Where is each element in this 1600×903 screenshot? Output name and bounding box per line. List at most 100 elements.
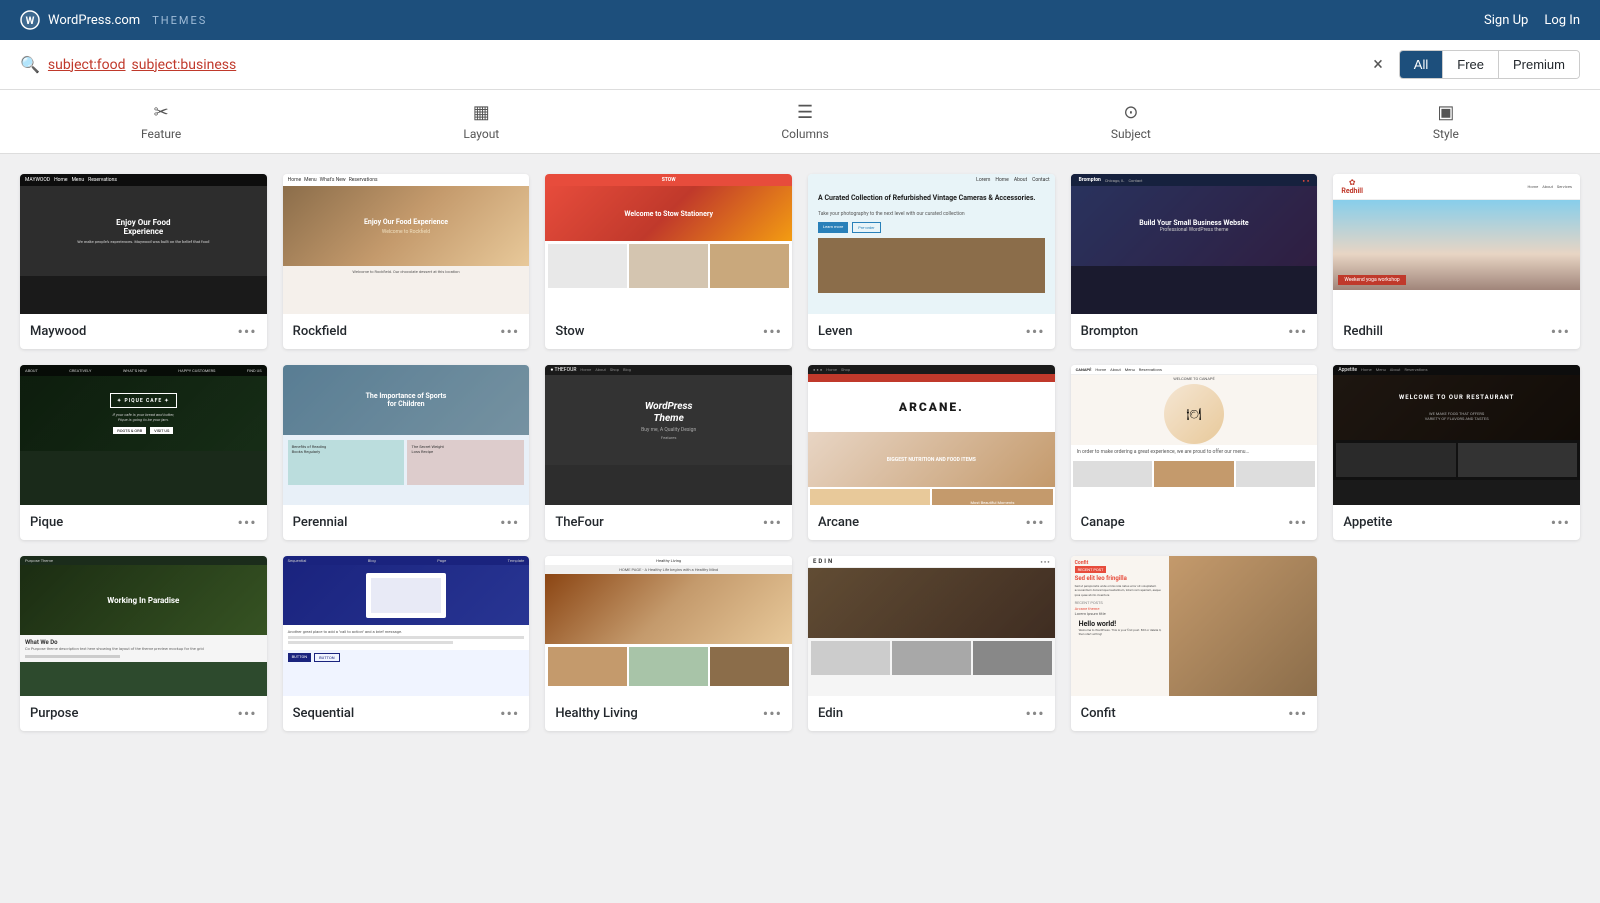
log-in-link[interactable]: Log In — [1544, 13, 1580, 28]
theme-card-confit[interactable]: Confit RECENT POST Sed elit leo fringill… — [1071, 556, 1318, 731]
theme-footer-edin: Edin ••• — [808, 696, 1055, 731]
theme-name-thefour: TheFour — [555, 515, 603, 530]
tab-columns[interactable]: ☰ Columns — [761, 98, 849, 145]
theme-card-thefour[interactable]: ● THEFOUR HomeAboutShopBlog WordPressThe… — [545, 365, 792, 540]
theme-footer-appetite: Appetite ••• — [1333, 505, 1580, 540]
tab-feature[interactable]: ✂ Feature — [121, 98, 201, 145]
theme-footer-maywood: Maywood ••• — [20, 314, 267, 349]
theme-card-redhill[interactable]: ✿ Redhill HomeAboutServices Weekend yoga… — [1333, 174, 1580, 349]
search-clear-button[interactable]: × — [1373, 54, 1383, 75]
theme-more-thefour[interactable]: ••• — [763, 513, 782, 532]
subject-icon: ⊙ — [1123, 102, 1138, 123]
theme-card-edin[interactable]: EDIN ● ● ● Edin ••• — [808, 556, 1055, 731]
theme-thumb-canape: CANAPÉHomeAboutMenuReservations WELCOME … — [1071, 365, 1318, 505]
theme-more-redhill[interactable]: ••• — [1551, 322, 1570, 341]
theme-more-brompton[interactable]: ••• — [1288, 322, 1307, 341]
search-bar: 🔍 subject:food subject:business × All Fr… — [0, 40, 1600, 90]
theme-card-stow[interactable]: STOW Welcome to Stow Stationery Stow ••• — [545, 174, 792, 349]
theme-card-purpose[interactable]: Purpose Theme Working In Paradise What W… — [20, 556, 267, 731]
theme-footer-perennial: Perennial ••• — [283, 505, 530, 540]
filter-all-button[interactable]: All — [1400, 51, 1443, 78]
theme-card-healthyliving[interactable]: Healthy Living HOME PAGE - A Healthy Lif… — [545, 556, 792, 731]
tab-layout[interactable]: ▦ Layout — [443, 98, 519, 145]
theme-card-pique[interactable]: ABOUTCREATIVELYWHAT'S NEW HAPPY CUSTOMER… — [20, 365, 267, 540]
theme-footer-confit: Confit ••• — [1071, 696, 1318, 731]
theme-card-maywood[interactable]: MAYWOODHomeMenuReservations Enjoy Our Fo… — [20, 174, 267, 349]
theme-more-perennial[interactable]: ••• — [500, 513, 519, 532]
theme-thumb-sequential: SequentialBlogPageTemplate Another great… — [283, 556, 530, 696]
theme-card-rockfield[interactable]: HomeMenuWhat's NewReservations Enjoy Our… — [283, 174, 530, 349]
theme-thumb-thefour: ● THEFOUR HomeAboutShopBlog WordPressThe… — [545, 365, 792, 505]
theme-footer-thefour: TheFour ••• — [545, 505, 792, 540]
theme-footer-rockfield: Rockfield ••• — [283, 314, 530, 349]
style-label: Style — [1433, 127, 1459, 141]
theme-name-maywood: Maywood — [30, 324, 86, 339]
theme-card-perennial[interactable]: The Importance of Sportsfor Children Ben… — [283, 365, 530, 540]
theme-card-brompton[interactable]: Brompton Chicago, ILContact ●● Build You… — [1071, 174, 1318, 349]
theme-more-arcane[interactable]: ••• — [1025, 513, 1044, 532]
filter-buttons: All Free Premium — [1399, 50, 1580, 79]
theme-thumb-brompton: Brompton Chicago, ILContact ●● Build You… — [1071, 174, 1318, 314]
sign-up-link[interactable]: Sign Up — [1484, 13, 1528, 28]
theme-card-arcane[interactable]: ● ● ●HomeShop ARCANE. BIGGEST NUTRITION … — [808, 365, 1055, 540]
theme-footer-purpose: Purpose ••• — [20, 696, 267, 731]
top-bar-actions: Sign Up Log In — [1484, 13, 1580, 28]
theme-card-canape[interactable]: CANAPÉHomeAboutMenuReservations WELCOME … — [1071, 365, 1318, 540]
feature-icon: ✂ — [154, 102, 169, 123]
theme-footer-arcane: Arcane ••• — [808, 505, 1055, 540]
search-icon: 🔍 — [20, 55, 40, 74]
theme-footer-healthyliving: Healthy Living ••• — [545, 696, 792, 731]
feature-label: Feature — [141, 127, 181, 141]
theme-more-healthyliving[interactable]: ••• — [763, 704, 782, 723]
tab-subject[interactable]: ⊙ Subject — [1091, 98, 1171, 145]
theme-more-confit[interactable]: ••• — [1288, 704, 1307, 723]
theme-card-leven[interactable]: LoremHomeAboutContact A Curated Collecti… — [808, 174, 1055, 349]
theme-more-leven[interactable]: ••• — [1025, 322, 1044, 341]
theme-name-purpose: Purpose — [30, 706, 78, 721]
theme-name-rockfield: Rockfield — [293, 324, 347, 339]
theme-name-confit: Confit — [1081, 706, 1116, 721]
brand-name: WordPress.com — [48, 13, 140, 28]
theme-more-edin[interactable]: ••• — [1025, 704, 1044, 723]
theme-more-sequential[interactable]: ••• — [500, 704, 519, 723]
search-tags: subject:food subject:business — [48, 57, 236, 73]
filter-free-button[interactable]: Free — [1443, 51, 1499, 78]
filter-premium-button[interactable]: Premium — [1499, 51, 1579, 78]
theme-more-purpose[interactable]: ••• — [237, 704, 256, 723]
filter-tabs: ✂ Feature ▦ Layout ☰ Columns ⊙ Subject ▣… — [0, 90, 1600, 154]
theme-more-maywood[interactable]: ••• — [237, 322, 256, 341]
tab-style[interactable]: ▣ Style — [1413, 98, 1479, 145]
theme-more-appetite[interactable]: ••• — [1551, 513, 1570, 532]
theme-thumb-pique: ABOUTCREATIVELYWHAT'S NEW HAPPY CUSTOMER… — [20, 365, 267, 505]
theme-thumb-stow: STOW Welcome to Stow Stationery — [545, 174, 792, 314]
theme-name-healthyliving: Healthy Living — [555, 706, 637, 721]
theme-more-pique[interactable]: ••• — [237, 513, 256, 532]
theme-thumb-confit: Confit RECENT POST Sed elit leo fringill… — [1071, 556, 1318, 696]
theme-name-sequential: Sequential — [293, 706, 355, 721]
theme-thumb-edin: EDIN ● ● ● — [808, 556, 1055, 696]
theme-more-canape[interactable]: ••• — [1288, 513, 1307, 532]
theme-card-sequential[interactable]: SequentialBlogPageTemplate Another great… — [283, 556, 530, 731]
theme-name-redhill: Redhill — [1343, 324, 1383, 339]
top-bar-brand-area: W WordPress.com THEMES — [20, 10, 207, 30]
subject-label: Subject — [1111, 127, 1151, 141]
columns-label: Columns — [781, 127, 829, 141]
search-tag-business[interactable]: subject:business — [132, 57, 237, 73]
theme-footer-pique: Pique ••• — [20, 505, 267, 540]
search-tag-food[interactable]: subject:food — [48, 57, 126, 73]
layout-icon: ▦ — [473, 102, 490, 123]
top-bar: W WordPress.com THEMES Sign Up Log In — [0, 0, 1600, 40]
theme-card-appetite[interactable]: AppetiteHomeMenuAboutReservations WELCOM… — [1333, 365, 1580, 540]
layout-label: Layout — [463, 127, 499, 141]
theme-name-leven: Leven — [818, 324, 852, 339]
wordpress-logo: W — [20, 10, 40, 30]
theme-name-appetite: Appetite — [1343, 515, 1392, 530]
style-icon: ▣ — [1437, 102, 1454, 123]
theme-thumb-purpose: Purpose Theme Working In Paradise What W… — [20, 556, 267, 696]
search-area: 🔍 subject:food subject:business — [20, 55, 1373, 74]
theme-footer-redhill: Redhill ••• — [1333, 314, 1580, 349]
theme-more-rockfield[interactable]: ••• — [500, 322, 519, 341]
theme-name-pique: Pique — [30, 515, 63, 530]
theme-name-stow: Stow — [555, 324, 584, 339]
theme-more-stow[interactable]: ••• — [763, 322, 782, 341]
